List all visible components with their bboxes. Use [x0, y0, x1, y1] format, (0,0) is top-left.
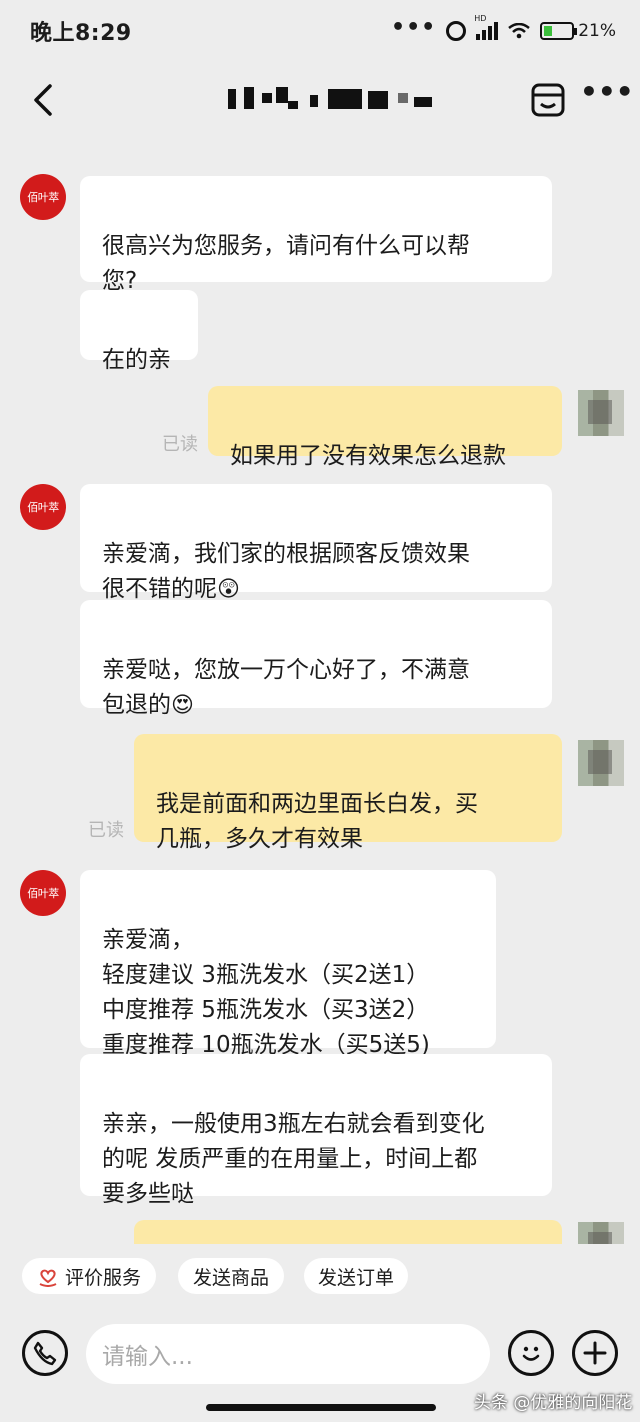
message-text: 如果用了没有效果怎么退款 [230, 443, 506, 469]
battery-icon [540, 22, 578, 40]
read-status: 已读 [88, 820, 124, 841]
message-bubble-outgoing-partial[interactable] [134, 1220, 562, 1244]
home-indicator[interactable] [206, 1404, 436, 1411]
smiley-icon [522, 1346, 540, 1361]
user-avatar[interactable] [578, 390, 624, 436]
more-options-icon[interactable]: ••• [580, 78, 634, 118]
shop-avatar[interactable]: 佰叶萃 [20, 870, 66, 916]
user-avatar[interactable] [578, 740, 624, 786]
message-bubble-incoming[interactable]: 很高兴为您服务，请问有什么可以帮 您? [80, 176, 552, 294]
message-bubble-incoming[interactable]: 亲爱哒，您放一万个心好了，不满意 包退的😍 [80, 600, 552, 718]
emoji-button[interactable] [508, 1330, 554, 1376]
heart-hand-icon [39, 1269, 57, 1287]
chat-area[interactable]: 佰叶萃 很高兴为您服务，请问有什么可以帮 您? 在的亲 已读 如果用了没有效果怎… [0, 138, 640, 1244]
chip-label: 发送订单 [318, 1266, 395, 1289]
status-time: 晚上8:29 [30, 21, 132, 46]
phone-icon [33, 1341, 57, 1366]
message-text: 很高兴为您服务，请问有什么可以帮 您? [102, 233, 470, 294]
message-input[interactable]: 请输入... [86, 1324, 490, 1384]
message-text: 在的亲 [102, 347, 171, 373]
more-actions-button[interactable] [572, 1330, 618, 1376]
plus-icon [583, 1341, 607, 1365]
message-bubble-outgoing[interactable]: 我是前面和两边里面长白发，买 几瓶，多久才有效果 [134, 734, 562, 852]
send-product-button[interactable]: 发送商品 [178, 1258, 284, 1294]
nav-bar: ••• [0, 62, 640, 138]
rate-service-button[interactable]: 评价服务 [22, 1258, 156, 1294]
message-bubble-outgoing[interactable]: 如果用了没有效果怎么退款 [208, 386, 562, 469]
message-bubble-incoming[interactable]: 亲亲，一般使用3瓶左右就会看到变化 的呢 发质严重的在用量上，时间上都 要多些哒 [80, 1054, 552, 1207]
wifi-icon [508, 23, 530, 39]
message-text: 亲爱哒，您放一万个心好了，不满意 包退的 [102, 657, 470, 718]
shop-avatar[interactable]: 佰叶萃 [20, 174, 66, 220]
message-bubble-incoming[interactable]: 亲爱滴，我们家的根据顾客反馈效果 很不错的呢😲 [80, 484, 552, 602]
more-dots-indicator: ••• [391, 14, 437, 40]
message-text: 亲爱滴， 轻度建议 3瓶洗发水（买2送1） 中度推荐 5瓶洗发水（买3送2） 重… [102, 927, 430, 1058]
message-text: 我是前面和两边里面长白发，买 几瓶，多久才有效果 [156, 791, 478, 852]
message-bubble-incoming[interactable]: 亲爱滴， 轻度建议 3瓶洗发水（买2送1） 中度推荐 5瓶洗发水（买3送2） 重… [80, 870, 496, 1058]
shop-icon[interactable] [530, 82, 566, 118]
surprised-emoji-icon: 😲 [217, 577, 240, 602]
battery-level: 21% [578, 21, 616, 41]
status-bar: 晚上8:29 ••• HD 21% [0, 0, 640, 62]
chat-title-redacted [228, 87, 438, 111]
chip-label: 评价服务 [64, 1266, 141, 1289]
message-bubble-incoming[interactable]: 在的亲 [80, 290, 198, 373]
network-type-label: HD [474, 14, 487, 23]
watermark: 头条 @优雅的向阳花 [474, 1393, 633, 1413]
send-order-button[interactable]: 发送订单 [304, 1258, 408, 1294]
voice-call-button[interactable] [22, 1330, 68, 1376]
signal-icon: HD [474, 14, 499, 40]
status-icons: ••• HD 21% [391, 14, 616, 41]
quick-actions-bar: 评价服务 发送商品 发送订单 [0, 1244, 640, 1306]
user-avatar[interactable] [578, 1222, 624, 1244]
message-text: 亲爱滴，我们家的根据顾客反馈效果 很不错的呢 [102, 541, 470, 602]
read-status: 已读 [162, 434, 198, 455]
heart-eyes-emoji-icon: 😍 [171, 693, 194, 718]
chip-label: 发送商品 [192, 1266, 269, 1289]
shop-avatar[interactable]: 佰叶萃 [20, 484, 66, 530]
back-icon[interactable] [28, 80, 62, 120]
alarm-icon [446, 21, 467, 41]
battery-indicator: 21% [540, 21, 616, 41]
message-text: 亲亲，一般使用3瓶左右就会看到变化 的呢 发质严重的在用量上，时间上都 要多些哒 [102, 1111, 485, 1207]
